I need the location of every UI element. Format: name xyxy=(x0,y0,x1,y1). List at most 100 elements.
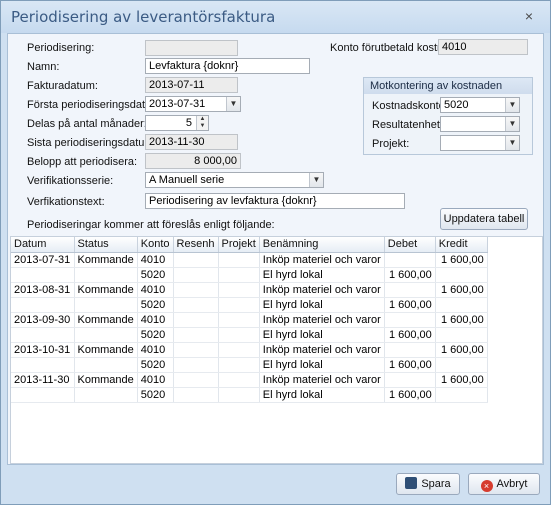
table-cell: 1 600,00 xyxy=(435,252,488,268)
kostnadskonto-select[interactable]: 5020 ▼ xyxy=(440,97,520,113)
table-row[interactable]: 5020 El hyrd lokal 1 600,00 xyxy=(11,357,488,373)
table-row[interactable]: 5020 El hyrd lokal 1 600,00 xyxy=(11,267,488,283)
chevron-down-icon[interactable]: ▼ xyxy=(309,173,323,187)
table-cell: 4010 xyxy=(137,342,174,358)
table-cell xyxy=(173,297,219,313)
verifikationsserie-select[interactable]: A Manuell serie ▼ xyxy=(145,172,324,188)
save-label: Spara xyxy=(421,478,451,490)
delas-value: 5 xyxy=(185,117,192,129)
table-cell: Inköp materiel och varor xyxy=(259,342,385,358)
table-cell: 2013-11-30 xyxy=(11,372,75,388)
update-table-button[interactable]: Uppdatera tabell xyxy=(440,208,528,230)
column-header[interactable]: Projekt xyxy=(218,237,260,253)
cancel-label: Avbryt xyxy=(496,478,528,490)
save-button[interactable]: Spara xyxy=(396,473,460,495)
table-cell xyxy=(173,357,219,373)
table-cell xyxy=(218,267,260,283)
forsta-datum-value: 2013-07-31 xyxy=(149,98,206,110)
table-row[interactable]: 5020 El hyrd lokal 1 600,00 xyxy=(11,387,488,403)
column-header[interactable]: Status xyxy=(74,237,138,253)
table-cell: 4010 xyxy=(137,282,174,298)
table-row[interactable]: 5020 El hyrd lokal 1 600,00 xyxy=(11,327,488,343)
table-cell: 1 600,00 xyxy=(384,387,436,403)
table-cell xyxy=(218,282,260,298)
verifikationstext-input[interactable]: Periodisering av levfaktura {doknr} xyxy=(145,193,405,209)
table-row[interactable]: 2013-10-31 Kommande 4010 Inköp materiel och… xyxy=(11,342,488,358)
table-cell xyxy=(218,297,260,313)
table-cell xyxy=(11,327,75,343)
table-cell xyxy=(384,282,436,298)
column-header[interactable]: Kredit xyxy=(435,237,488,253)
table-cell: 1 600,00 xyxy=(435,312,488,328)
table-cell: 5020 xyxy=(137,327,174,343)
table-cell: 2013-10-31 xyxy=(11,342,75,358)
table-cell: 2013-07-31 xyxy=(11,252,75,268)
chevron-down-icon[interactable]: ▼ xyxy=(226,97,240,111)
table-cell xyxy=(74,327,138,343)
table-cell: Kommande xyxy=(74,252,138,268)
projekt-select[interactable]: ▼ xyxy=(440,135,520,151)
table-cell: 5020 xyxy=(137,297,174,313)
table-cell: 1 600,00 xyxy=(435,282,488,298)
table-cell: 2013-08-31 xyxy=(11,282,75,298)
fakturadatum-label: Fakturadatum: xyxy=(27,80,98,92)
table-cell: El hyrd lokal xyxy=(259,267,385,283)
table-cell: Kommande xyxy=(74,282,138,298)
table-cell xyxy=(173,342,219,358)
konto-forutbetald-field: 4010 xyxy=(438,39,528,55)
belopp-label: Belopp att periodisera: xyxy=(27,156,138,168)
table-row[interactable]: 2013-09-30 Kommande 4010 Inköp materiel och… xyxy=(11,312,488,328)
table-cell: 4010 xyxy=(137,312,174,328)
table-row[interactable]: 2013-11-30 Kommande 4010 Inköp materiel och… xyxy=(11,372,488,388)
table-cell: Kommande xyxy=(74,342,138,358)
delas-stepper[interactable]: 5 ▲ ▼ xyxy=(145,115,209,131)
chevron-down-icon[interactable]: ▼ xyxy=(505,117,519,131)
table-cell xyxy=(74,267,138,283)
chevron-down-icon[interactable]: ▼ xyxy=(505,136,519,150)
table-row[interactable]: 2013-07-31 Kommande 4010 Inköp materiel och… xyxy=(11,252,488,268)
column-header[interactable]: Debet xyxy=(384,237,436,253)
table-cell xyxy=(435,357,488,373)
periodization-table[interactable]: Datum Status Konto Resenh Projekt Benämning De… xyxy=(10,236,543,464)
table-cell: Inköp materiel och varor xyxy=(259,312,385,328)
table-row[interactable]: 5020 El hyrd lokal 1 600,00 xyxy=(11,297,488,313)
cancel-icon: × xyxy=(480,480,493,492)
table-cell: Inköp materiel och varor xyxy=(259,252,385,268)
column-header[interactable]: Konto xyxy=(137,237,174,253)
title-bar: Periodisering av leverantörsfaktura × xyxy=(1,1,550,33)
table-cell: El hyrd lokal xyxy=(259,327,385,343)
hint-text: Periodiseringar kommer att föreslås enli… xyxy=(27,219,275,231)
periodisering-field xyxy=(145,40,238,56)
sista-datum-label: Sista periodiseringsdatum: xyxy=(27,137,157,149)
column-header[interactable]: Benämning xyxy=(259,237,385,253)
namn-input[interactable]: Levfaktura {doknr} xyxy=(145,58,310,74)
kostnadskonto-value: 5020 xyxy=(444,99,469,111)
main-panel: Periodisering: Namn: Levfaktura {doknr} … xyxy=(7,33,544,465)
table-cell xyxy=(173,282,219,298)
column-header[interactable]: Datum xyxy=(11,237,75,253)
table-cell: El hyrd lokal xyxy=(259,357,385,373)
table-cell xyxy=(218,357,260,373)
chevron-down-icon[interactable]: ▼ xyxy=(505,98,519,112)
verifikationsserie-label: Verifikationsserie: xyxy=(27,175,114,187)
table-cell xyxy=(218,252,260,268)
table-cell xyxy=(11,387,75,403)
table-cell xyxy=(435,387,488,403)
spinner-arrows-icon[interactable]: ▲ ▼ xyxy=(196,116,208,130)
column-header[interactable]: Resenh xyxy=(173,237,219,253)
table-cell: 2013-09-30 xyxy=(11,312,75,328)
close-icon[interactable]: × xyxy=(520,7,538,25)
cancel-button[interactable]: × Avbryt xyxy=(468,473,540,495)
table-cell xyxy=(384,342,436,358)
namn-label: Namn: xyxy=(27,61,60,73)
table-cell: 1 600,00 xyxy=(384,357,436,373)
table-cell xyxy=(173,387,219,403)
table-header: Datum Status Konto Resenh Projekt Benämning De… xyxy=(11,237,488,253)
table-cell xyxy=(74,387,138,403)
table-row[interactable]: 2013-08-31 Kommande 4010 Inköp materiel och… xyxy=(11,282,488,298)
table-cell xyxy=(384,372,436,388)
table-cell: Kommande xyxy=(74,312,138,328)
table-cell xyxy=(11,267,75,283)
resultatenhet-select[interactable]: ▼ xyxy=(440,116,520,132)
forsta-datum-picker[interactable]: 2013-07-31 ▼ xyxy=(145,96,241,112)
